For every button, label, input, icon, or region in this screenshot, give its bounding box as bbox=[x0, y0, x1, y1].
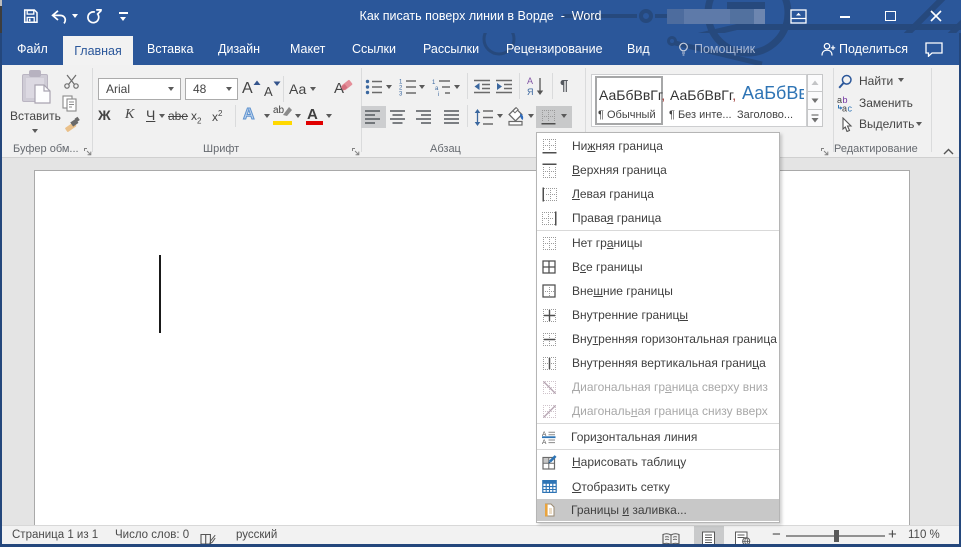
svg-text:3: 3 bbox=[399, 92, 403, 97]
svg-text:a: a bbox=[842, 104, 847, 113]
svg-text:Я: Я bbox=[527, 87, 534, 96]
svg-text:c: c bbox=[848, 104, 853, 113]
svg-text:А: А bbox=[527, 76, 533, 86]
svg-text:i: i bbox=[438, 92, 439, 96]
svg-text:A: A bbox=[542, 438, 547, 443]
